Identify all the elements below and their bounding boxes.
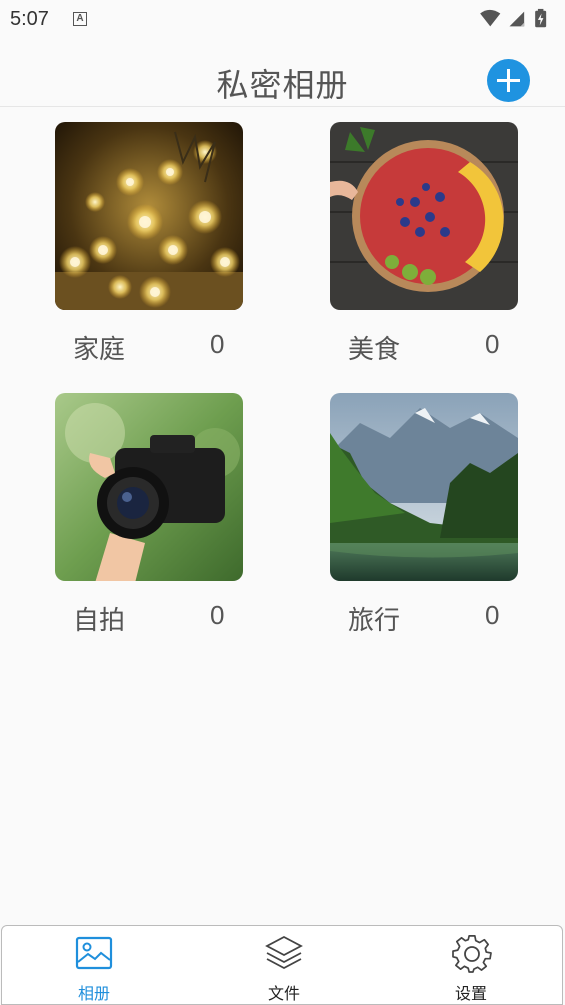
signal-icon <box>509 11 525 27</box>
album-count: 0 <box>485 329 500 359</box>
app-header: 私密相册 <box>0 40 565 107</box>
battery-icon <box>535 8 547 28</box>
album-card-family[interactable]: 家庭 0 <box>55 122 285 382</box>
status-indicators <box>480 8 547 28</box>
album-cover-food[interactable] <box>330 122 518 310</box>
plus-icon <box>497 69 520 92</box>
album-name: 家庭 <box>73 335 126 365</box>
nav-label: 设置 <box>454 984 487 1003</box>
album-name: 自拍 <box>73 606 126 636</box>
wifi-icon <box>480 9 501 27</box>
family-cover-image <box>55 122 243 310</box>
image-icon <box>75 936 113 970</box>
gear-icon <box>452 935 492 973</box>
album-count: 0 <box>210 600 225 630</box>
nav-item-albums[interactable]: 相册 <box>34 926 154 1003</box>
notification-a-icon: A <box>73 12 87 26</box>
album-cover-travel[interactable] <box>330 393 518 581</box>
album-cover-family[interactable] <box>55 122 243 310</box>
album-cover-selfie[interactable] <box>55 393 243 581</box>
album-name: 旅行 <box>348 606 401 636</box>
album-name: 美食 <box>348 335 401 365</box>
nav-label: 相册 <box>77 984 110 1003</box>
bottom-navigation: 相册 文件 设置 <box>1 925 563 1005</box>
album-count: 0 <box>210 329 225 359</box>
add-album-button[interactable] <box>487 59 530 102</box>
status-time: 5:07 <box>10 8 49 30</box>
album-card-travel[interactable]: 旅行 0 <box>330 393 560 653</box>
status-bar: 5:07 A <box>0 0 565 38</box>
nav-item-settings[interactable]: 设置 <box>411 926 531 1003</box>
page-title: 私密相册 <box>216 66 349 104</box>
album-card-food[interactable]: 美食 0 <box>330 122 560 382</box>
album-count: 0 <box>485 600 500 630</box>
layers-icon <box>265 935 303 970</box>
selfie-cover-image <box>55 393 243 581</box>
nav-label: 文件 <box>267 984 300 1003</box>
album-card-selfie[interactable]: 自拍 0 <box>55 393 285 653</box>
nav-item-files[interactable]: 文件 <box>224 926 344 1003</box>
travel-cover-image <box>330 393 518 581</box>
food-cover-image <box>330 122 518 310</box>
